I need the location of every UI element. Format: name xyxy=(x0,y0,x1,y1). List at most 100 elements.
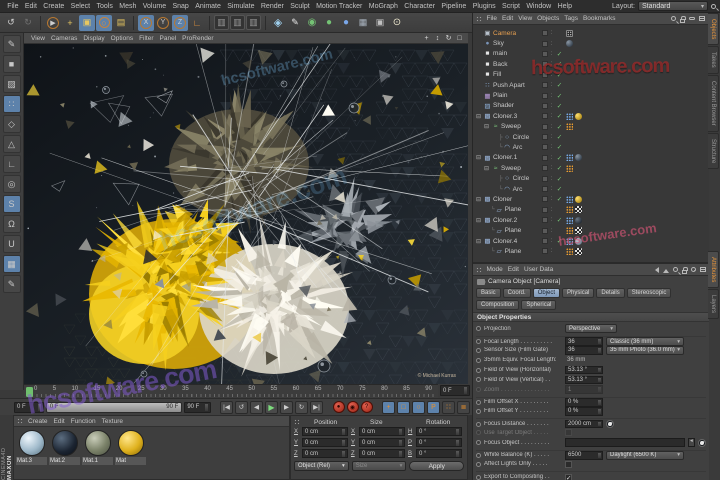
object-label[interactable]: Back xyxy=(492,61,507,68)
value-field[interactable]: 2000 cm xyxy=(565,420,603,429)
play-backwards-button[interactable]: ↺ xyxy=(235,401,248,414)
grid-icon[interactable] xyxy=(17,418,23,424)
expand-toggle[interactable]: ⊟ xyxy=(476,238,483,245)
size-field[interactable]: 0 cm xyxy=(359,449,405,458)
keyframe-dot[interactable] xyxy=(476,440,481,445)
keyframe-dot[interactable] xyxy=(476,339,481,344)
lock-icon[interactable] xyxy=(680,19,685,23)
range-end-field[interactable]: 90 F xyxy=(184,402,210,413)
object-tree-row[interactable]: ⊟ ▩ Cloner.1 ✓ xyxy=(473,153,709,163)
eyedropper-icon[interactable] xyxy=(606,420,614,428)
generator-check[interactable]: ✓ xyxy=(555,71,564,79)
value-field[interactable]: 6500 xyxy=(565,451,603,460)
menu-item[interactable]: File xyxy=(484,15,499,22)
dropdown[interactable]: Perspective xyxy=(565,324,617,333)
lock-y-axis-button[interactable]: Y xyxy=(155,15,171,31)
object-tree-row[interactable]: └ ▱ Plane xyxy=(473,225,709,235)
object-tree-row[interactable]: ⊟ ≈ Sweep ✓ xyxy=(473,122,709,132)
position-field[interactable]: 0 cm xyxy=(302,438,348,447)
render-settings-button[interactable]: ▥ xyxy=(246,15,261,30)
keyframe-dot[interactable] xyxy=(476,358,481,363)
panel-icon[interactable] xyxy=(699,16,705,21)
material-item[interactable]: Mat.1 xyxy=(82,430,113,465)
object-tree-row[interactable]: ■ Back ✓ xyxy=(473,59,709,69)
expand-toggle[interactable]: ⊟ xyxy=(476,196,483,203)
side-tab[interactable]: Layers xyxy=(708,289,719,319)
object-label[interactable]: Camera xyxy=(492,30,516,37)
object-tree-row[interactable]: ⊟ ≈ Sweep ✓ xyxy=(473,163,709,173)
object-label[interactable]: Push Apart xyxy=(492,82,525,89)
expand-toggle[interactable]: ⊟ xyxy=(484,123,491,130)
panel-icon[interactable] xyxy=(700,267,706,272)
menu-item[interactable]: Volume xyxy=(140,3,170,10)
generator-check[interactable]: ✓ xyxy=(555,81,564,89)
dropdown[interactable]: Daylight (6500 K) xyxy=(606,451,684,460)
material-preview[interactable] xyxy=(85,430,111,456)
rotation-field[interactable]: 0 ° xyxy=(416,427,462,436)
search-icon[interactable] xyxy=(673,267,678,272)
record-rotation-button[interactable]: ○ xyxy=(412,401,425,414)
side-tab[interactable]: Content Browser xyxy=(708,75,719,132)
keyframe-dot[interactable] xyxy=(476,475,481,480)
menu-item[interactable]: Options xyxy=(108,35,136,42)
visibility-dots[interactable] xyxy=(548,144,555,150)
redo-button[interactable]: ↻ xyxy=(20,15,36,31)
coordinate-mode-dropdown[interactable]: Object (Rel) xyxy=(294,461,349,471)
visibility-dots[interactable] xyxy=(548,61,555,67)
value-field[interactable]: 36 xyxy=(565,337,603,346)
menu-item[interactable]: Sculpt xyxy=(287,3,313,10)
generator-check[interactable]: ✓ xyxy=(555,50,564,58)
side-tab[interactable]: Structure xyxy=(708,133,719,169)
value-field[interactable]: 0 % xyxy=(565,407,603,416)
menu-item[interactable]: Render xyxy=(258,3,287,10)
object-tree-row[interactable]: └ ◠ Arc ✓ xyxy=(473,142,709,152)
search-icon[interactable] xyxy=(671,16,676,21)
back-icon[interactable] xyxy=(652,267,659,273)
visibility-dots[interactable] xyxy=(548,93,555,99)
link-icon[interactable] xyxy=(689,17,695,20)
record-pla-button[interactable]: ∷ xyxy=(442,401,455,414)
lock-workplane-button[interactable]: ✎ xyxy=(3,275,21,293)
menu-item[interactable]: Edit xyxy=(51,418,68,425)
object-label[interactable]: Plain xyxy=(492,92,507,99)
object-picker-arrow[interactable] xyxy=(688,438,695,447)
magnet-button[interactable]: U xyxy=(3,235,21,253)
object-tag[interactable] xyxy=(566,40,573,47)
object-label[interactable]: Arc xyxy=(512,144,523,151)
menu-item[interactable]: Create xyxy=(40,3,67,10)
scale-tool-button[interactable]: ▣ xyxy=(79,15,95,31)
lock-icon[interactable] xyxy=(682,270,687,274)
menu-item[interactable]: Filter xyxy=(136,35,156,42)
generator-check[interactable]: ✓ xyxy=(555,102,564,110)
enable-snap-button[interactable]: S xyxy=(3,195,21,213)
value-field[interactable]: 53.13 ° xyxy=(565,376,603,385)
object-label[interactable]: Plane xyxy=(504,227,522,234)
record-parameter-button[interactable]: P xyxy=(427,401,440,414)
size-field[interactable]: 0 cm xyxy=(359,438,405,447)
object-label[interactable]: Cloner.3 xyxy=(492,113,517,120)
menu-item[interactable]: Tags xyxy=(562,15,581,22)
menu-item[interactable]: View xyxy=(516,15,535,22)
keyframe-dot[interactable] xyxy=(476,377,481,382)
coordinate-system-button[interactable]: ∟ xyxy=(189,15,205,31)
object-tag[interactable] xyxy=(575,248,582,255)
object-tree-row[interactable]: ⊟ ▩ Cloner ✓ xyxy=(473,194,709,204)
material-item[interactable]: Mat.3 xyxy=(16,430,47,465)
eyedropper-icon[interactable] xyxy=(698,439,706,447)
layout-dropdown[interactable]: Standard xyxy=(638,1,708,11)
material-item[interactable]: Mat.2 xyxy=(49,430,80,465)
menu-item[interactable]: Edit xyxy=(22,3,40,10)
attribute-tab[interactable]: Stereoscopic xyxy=(627,288,672,298)
object-tag[interactable] xyxy=(575,196,582,203)
menu-item[interactable]: Select xyxy=(67,3,93,10)
attribute-tab[interactable]: Details xyxy=(596,288,624,298)
generator-check[interactable]: ✓ xyxy=(555,154,564,162)
loop-button[interactable]: ↻ xyxy=(295,401,308,414)
menu-item[interactable]: Snap xyxy=(169,3,192,10)
add-field-button[interactable]: ▦ xyxy=(355,15,371,31)
keyframe-dot[interactable] xyxy=(476,462,481,467)
menu-item[interactable]: Edit xyxy=(505,266,521,273)
visibility-dots[interactable] xyxy=(548,41,555,47)
object-tree-row[interactable]: └ ▱ Plane xyxy=(473,205,709,215)
object-tag[interactable] xyxy=(566,217,573,224)
